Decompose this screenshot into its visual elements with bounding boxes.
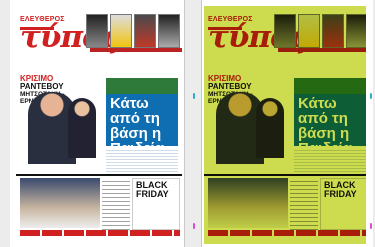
second-leader-photo xyxy=(68,98,96,158)
black-friday-ad: BLACK FRIDAY xyxy=(320,178,366,230)
promo-thumb xyxy=(110,14,132,48)
top-news-bar xyxy=(278,48,366,52)
footer-strip xyxy=(208,230,366,236)
left-headline-line2: ΡΑΝΤΕΒΟΥ xyxy=(20,82,64,91)
original-page-pane: ΕΛΕΥΘΕΡΟΣ τύπος ΚΡΙΣΙΜΟ ΡΑΝΤΕΒΟΥ ΜΗΤΣΟΤΑ… xyxy=(10,0,220,247)
main-story-title: Κάτω από τη βάση η Παιδεία xyxy=(110,95,164,156)
scroll-marker xyxy=(193,93,195,99)
black-friday-ad: BLACK FRIDAY xyxy=(132,178,180,230)
main-story-panel: Κάτω από τη βάση η Παιδεία xyxy=(294,94,366,156)
main-story-panel: Κάτω από τη βάση η Παιδεία xyxy=(106,94,178,156)
left-headline-line2: ΡΑΝΤΕΒΟΥ xyxy=(208,82,252,91)
news-photo xyxy=(20,178,100,228)
top-news-bar xyxy=(90,48,182,52)
main-story-title: Κάτω από τη βάση η Παιδεία xyxy=(298,95,352,156)
promo-thumb xyxy=(134,14,156,48)
scroll-marker xyxy=(370,93,372,99)
footer-strip xyxy=(20,230,180,236)
story-subtext xyxy=(106,148,178,174)
promo-strip xyxy=(86,14,180,48)
masthead: ΕΛΕΥΘΕΡΟΣ τύπος xyxy=(20,16,121,56)
promo-thumb xyxy=(322,14,344,48)
scroll-marker xyxy=(370,223,372,229)
news-text-column xyxy=(102,178,130,230)
section-divider xyxy=(16,174,182,176)
promo-strip xyxy=(274,14,366,48)
section-divider xyxy=(204,174,366,176)
black-friday-text: BLACK FRIDAY xyxy=(324,180,357,199)
promo-thumb xyxy=(346,14,366,48)
second-leader-photo xyxy=(256,98,284,158)
masthead-rule xyxy=(20,27,54,30)
scroll-marker xyxy=(193,223,195,229)
promo-thumb xyxy=(298,14,320,48)
news-photo xyxy=(208,178,288,228)
black-friday-text: BLACK FRIDAY xyxy=(136,180,169,199)
promo-thumb xyxy=(86,14,108,48)
story-ribbon xyxy=(294,78,366,94)
newspaper-front-page: ΕΛΕΥΘΕΡΟΣ τύπος ΚΡΙΣΙΜΟ ΡΑΝΤΕΒΟΥ ΜΗΤΣΟΤΑ… xyxy=(16,6,182,244)
story-ribbon xyxy=(106,78,178,94)
masthead-rule xyxy=(208,27,242,30)
story-subtext xyxy=(294,148,366,174)
promo-thumb xyxy=(274,14,296,48)
newspaper-front-page-highlighted: ΕΛΕΥΘΕΡΟΣ τύπος ΚΡΙΣΙΜΟ ΡΑΝΤΕΒΟΥ ΜΗΤΣΟΤΑ… xyxy=(204,6,366,244)
highlighted-page-pane: ΕΛΕΥΘΕΡΟΣ τύπος ΚΡΙΣΙΜΟ ΡΑΝΤΕΒΟΥ ΜΗΤΣΟΤΑ… xyxy=(201,0,373,247)
masthead: ΕΛΕΥΘΕΡΟΣ τύπος xyxy=(208,16,309,56)
promo-thumb xyxy=(158,14,180,48)
news-text-column xyxy=(290,178,318,230)
